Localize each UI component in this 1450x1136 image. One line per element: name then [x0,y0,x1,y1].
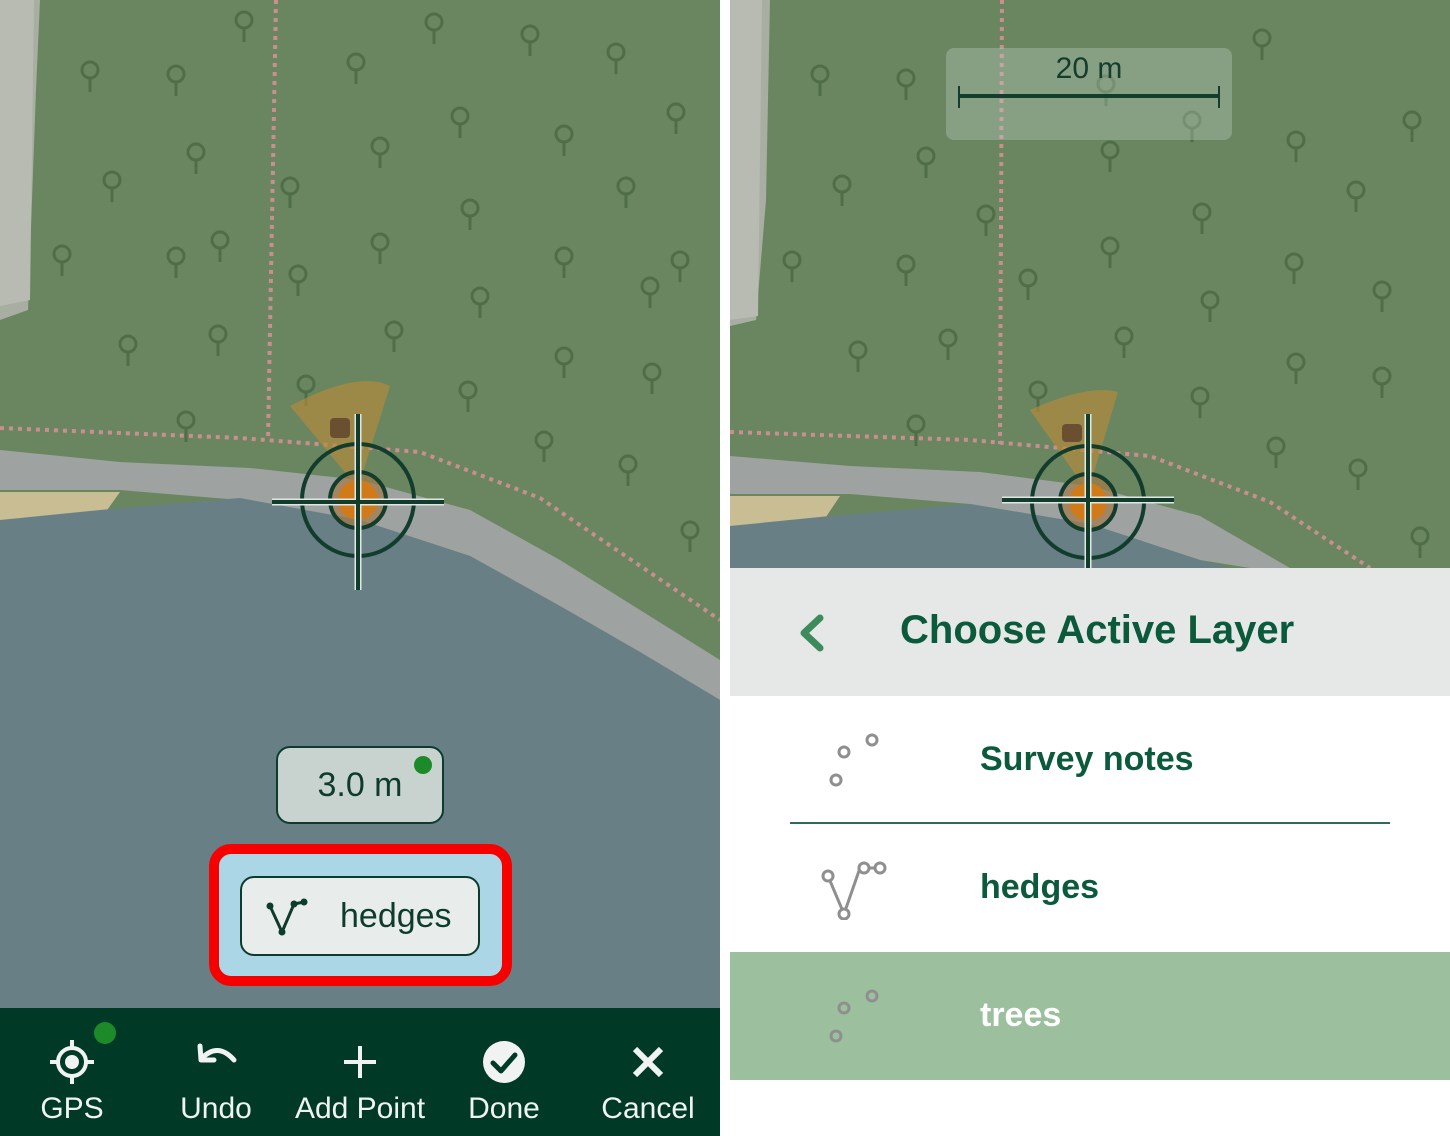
layer-item-hedges[interactable]: hedges [730,824,1450,952]
layer-label: Survey notes [980,740,1194,778]
choose-layer-screen: 20 m Choose Active Layer Survey notes he… [730,0,1450,1136]
gps-accuracy-indicator[interactable]: 3.0 m [276,746,444,824]
gps-target-icon [50,1040,94,1084]
map-editing-screen: 3.0 m hedges GPS Undo Add Point Done Can… [0,0,720,1136]
gps-button[interactable]: GPS [0,1008,144,1136]
close-icon [632,1046,664,1078]
undo-icon [197,1043,237,1063]
undo-label: Undo [180,1092,252,1125]
bottom-toolbar: GPS Undo Add Point Done Cancel [0,1008,720,1136]
layer-item-survey-notes[interactable]: Survey notes [730,696,1450,824]
cancel-label: Cancel [601,1092,695,1125]
check-circle-icon [483,1041,525,1083]
undo-button[interactable]: Undo [144,1008,288,1136]
chevron-left-icon[interactable] [788,608,838,658]
add-point-button[interactable]: Add Point [288,1008,432,1136]
gps-label: GPS [40,1092,104,1125]
active-layer-label: hedges [340,896,452,935]
active-layer-button[interactable]: hedges [240,876,480,956]
accuracy-value: 3.0 m [317,765,403,804]
layer-label: trees [980,996,1062,1034]
sheet-title: Choose Active Layer [900,608,1295,652]
layer-label: hedges [980,868,1100,906]
scale-label: 20 m [1055,52,1123,85]
plus-icon [344,1046,376,1078]
done-button[interactable]: Done [432,1008,576,1136]
line-layer-icon [266,898,308,936]
sheet-header: Choose Active Layer [730,568,1450,696]
map-scale-bar: 20 m [946,48,1232,140]
add-point-label: Add Point [294,1092,426,1125]
gps-status-dot [94,1022,116,1044]
scale-ruler-icon [958,86,1220,108]
point-layer-icon [829,733,879,787]
done-label: Done [468,1092,540,1125]
point-layer-icon [829,989,879,1043]
screenshot-divider [720,0,730,1136]
line-layer-icon [821,861,887,920]
gps-status-dot [414,756,432,774]
cancel-button[interactable]: Cancel [576,1008,720,1136]
layer-item-trees[interactable]: trees [730,952,1450,1080]
layer-list: Survey notes hedges trees [730,696,1450,1136]
